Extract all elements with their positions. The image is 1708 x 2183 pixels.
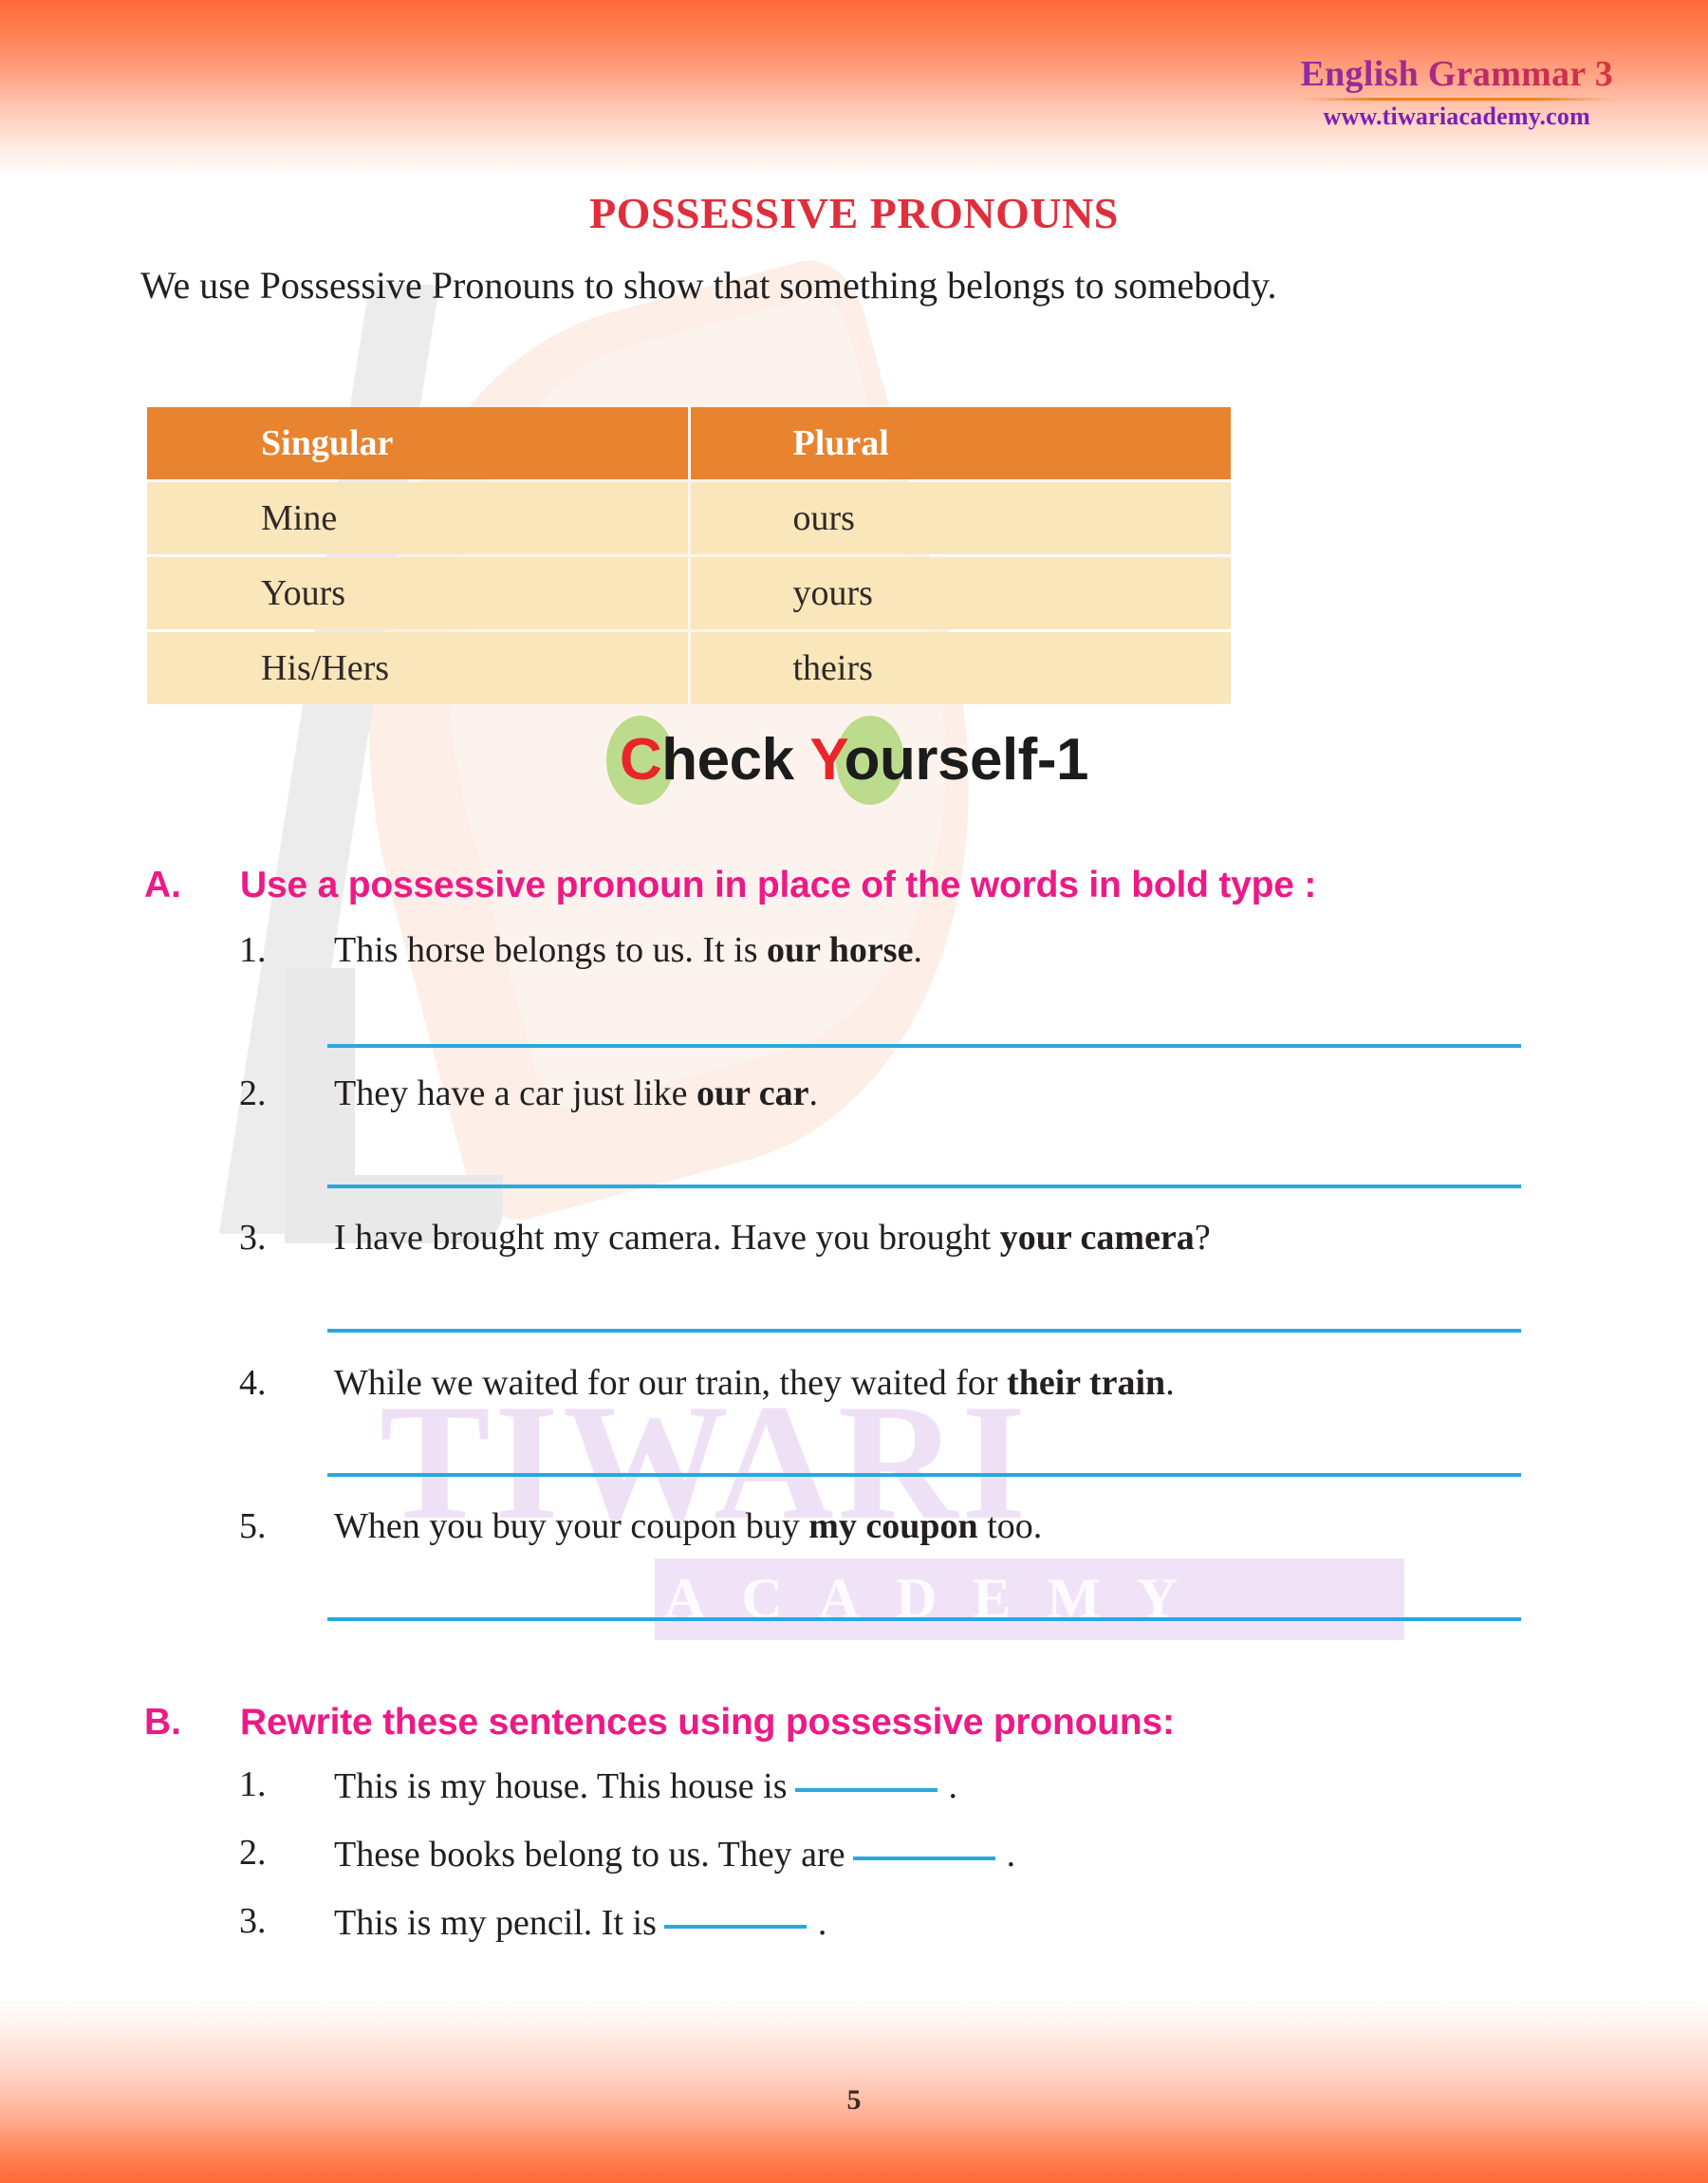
table-header-row: Singular Plural bbox=[147, 407, 1231, 479]
item-post-text: . bbox=[913, 930, 922, 970]
answer-line[interactable] bbox=[327, 1185, 1521, 1188]
answer-blank[interactable] bbox=[852, 1832, 995, 1860]
answer-line[interactable] bbox=[327, 1617, 1521, 1621]
section-a-letter: A. bbox=[144, 865, 181, 905]
item-bold-text: their train bbox=[1007, 1363, 1166, 1403]
item-pre-text: This is my house. This house is bbox=[334, 1766, 788, 1806]
item-post-text: too. bbox=[977, 1506, 1043, 1546]
check-yourself-heading: Check Yourself-1 bbox=[0, 716, 1708, 805]
item-post-text: ? bbox=[1194, 1218, 1211, 1258]
list-item-number: 4. bbox=[239, 1363, 267, 1403]
table-cell-plural: yours bbox=[690, 557, 1231, 629]
section-b-letter: B. bbox=[144, 1702, 181, 1743]
list-item-number: 1. bbox=[239, 1764, 267, 1804]
check-rest-heck: heck bbox=[661, 727, 794, 793]
list-item: This horse belongs to us. It is our hors… bbox=[334, 929, 922, 971]
item-pre-text: I have brought my camera. Have you broug… bbox=[334, 1218, 1000, 1258]
check-rest-ourself: ourself-1 bbox=[844, 727, 1089, 793]
list-item-number: 2. bbox=[239, 1833, 267, 1873]
page-content: English Grammar 3 www.tiwariacademy.com … bbox=[0, 0, 1708, 2183]
table-cell-singular: Yours bbox=[147, 557, 688, 629]
item-post-text: . bbox=[817, 1903, 827, 1943]
intro-paragraph: We use Possessive Pronouns to show that … bbox=[140, 264, 1277, 307]
item-bold-text: your camera bbox=[999, 1218, 1195, 1258]
list-item: When you buy your coupon buy my coupon t… bbox=[334, 1505, 1042, 1547]
table-header-plural: Plural bbox=[690, 407, 1231, 479]
list-item-number: 2. bbox=[239, 1073, 267, 1113]
section-a-heading: Use a possessive pronoun in place of the… bbox=[240, 865, 1317, 905]
answer-blank[interactable] bbox=[663, 1900, 807, 1929]
item-post-text: . bbox=[808, 1073, 819, 1113]
page-number: 5 bbox=[846, 2084, 862, 2116]
item-pre-text: While we waited for our train, they wait… bbox=[334, 1363, 1008, 1403]
list-item: They have a car just like our car. bbox=[334, 1073, 818, 1114]
list-item: This is my house. This house is. bbox=[334, 1763, 957, 1807]
item-bold-text: our car bbox=[696, 1073, 809, 1113]
answer-line[interactable] bbox=[327, 1044, 1521, 1048]
item-post-text: . bbox=[948, 1766, 958, 1806]
answer-blank[interactable] bbox=[794, 1763, 938, 1792]
brand-header: English Grammar 3 www.tiwariacademy.com bbox=[1300, 54, 1613, 131]
pronoun-table: Singular Plural Mine ours Yours yours Hi… bbox=[144, 404, 1234, 707]
item-pre-text: This horse belongs to us. It is bbox=[334, 930, 767, 970]
item-pre-text: This is my pencil. It is bbox=[334, 1903, 657, 1943]
table-cell-singular: Mine bbox=[147, 482, 688, 554]
table-cell-plural: theirs bbox=[690, 632, 1231, 704]
check-cap-c: C bbox=[620, 727, 662, 793]
item-post-text: . bbox=[1006, 1835, 1016, 1875]
item-pre-text: These books belong to us. They are bbox=[334, 1835, 845, 1875]
brand-divider bbox=[1300, 97, 1613, 101]
item-pre-text: When you buy your coupon buy bbox=[334, 1506, 809, 1546]
answer-line[interactable] bbox=[327, 1329, 1521, 1333]
table-row: Yours yours bbox=[147, 557, 1231, 629]
check-cap-y: Y bbox=[809, 727, 845, 793]
list-item: While we waited for our train, they wait… bbox=[334, 1362, 1175, 1404]
section-b-heading: Rewrite these sentences using possessive… bbox=[240, 1702, 1175, 1743]
list-item: I have brought my camera. Have you broug… bbox=[334, 1217, 1211, 1259]
brand-title: English Grammar 3 bbox=[1300, 54, 1613, 94]
check-yourself-text: Check Yourself-1 bbox=[606, 716, 1088, 805]
item-bold-text: my coupon bbox=[808, 1506, 978, 1546]
item-bold-text: our horse bbox=[766, 930, 914, 970]
list-item-number: 5. bbox=[239, 1506, 267, 1546]
brand-url[interactable]: www.tiwariacademy.com bbox=[1300, 103, 1613, 131]
list-item-number: 3. bbox=[239, 1218, 267, 1258]
table-row: His/Hers theirs bbox=[147, 632, 1231, 704]
answer-line[interactable] bbox=[327, 1473, 1521, 1477]
page-title: POSSESSIVE PRONOUNS bbox=[589, 189, 1119, 237]
table-cell-singular: His/Hers bbox=[147, 632, 688, 704]
table-header-singular: Singular bbox=[147, 407, 688, 479]
list-item: These books belong to us. They are. bbox=[334, 1832, 1015, 1875]
table-row: Mine ours bbox=[147, 482, 1231, 554]
document-page: TIWARI ACADEMY English Grammar 3 www.tiw… bbox=[0, 0, 1708, 2183]
list-item-number: 1. bbox=[239, 930, 267, 970]
item-post-text: . bbox=[1165, 1363, 1175, 1403]
list-item-number: 3. bbox=[239, 1901, 267, 1941]
list-item: This is my pencil. It is. bbox=[334, 1900, 826, 1944]
item-pre-text: They have a car just like bbox=[334, 1073, 696, 1113]
table-cell-plural: ours bbox=[690, 482, 1231, 554]
